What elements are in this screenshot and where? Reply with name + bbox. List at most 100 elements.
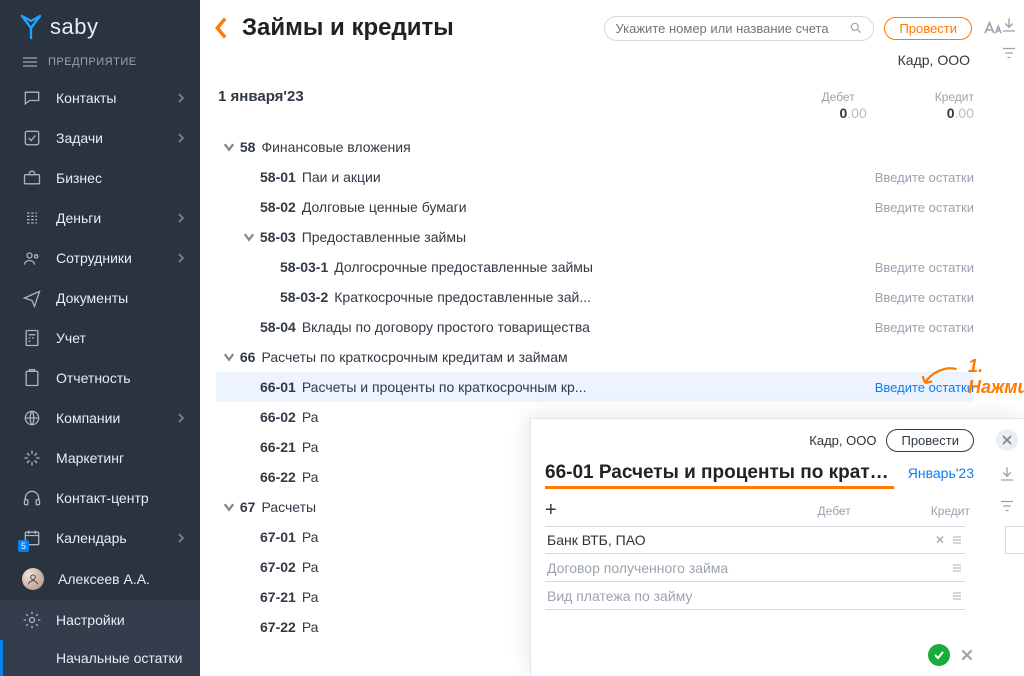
nav-business[interactable]: Бизнес <box>0 158 200 198</box>
process-button[interactable]: Провести <box>884 17 972 40</box>
nav-accounting[interactable]: Учет <box>0 318 200 358</box>
section-head[interactable]: ПРЕДПРИЯТИЕ <box>0 50 200 78</box>
nav-money[interactable]: Деньги <box>0 198 200 238</box>
chevron-down-icon[interactable] <box>222 350 236 364</box>
send-icon <box>22 288 42 308</box>
payment-type-field[interactable] <box>545 582 965 610</box>
nav-contact-center[interactable]: Контакт-центр <box>0 478 200 518</box>
chevron-right-icon <box>176 213 186 223</box>
nav-label: Документы <box>56 290 186 306</box>
panel-process-button[interactable]: Провести <box>886 429 974 452</box>
back-icon[interactable] <box>214 17 230 39</box>
subheader: Кадр, ООО <box>200 50 1024 78</box>
date-label: 1 января'23 <box>218 88 304 105</box>
acc-label: Ра <box>302 439 319 455</box>
main: Займы и кредиты Провести Кадр, ООО 1 янв… <box>200 0 1024 676</box>
nav-label: Сотрудники <box>56 250 162 266</box>
enter-balance-link[interactable]: Введите остатки <box>875 170 974 185</box>
check-square-icon <box>22 128 42 148</box>
search-input-wrap[interactable] <box>604 16 874 41</box>
panel-close-button[interactable] <box>996 429 1018 451</box>
panel-columns-head: + Дебет Кредит <box>545 499 974 522</box>
nav-staff[interactable]: Сотрудники <box>0 238 200 278</box>
drag-icon[interactable] <box>951 590 963 602</box>
tree-row-66[interactable]: 66Расчеты по краткосрочным кредитам и за… <box>216 342 974 372</box>
enter-balance-link[interactable]: Введите остатки <box>875 260 974 275</box>
nav-label: Бизнес <box>56 170 186 186</box>
cancel-button[interactable] <box>960 648 974 662</box>
tree-row-58-03-2[interactable]: 58-03-2Краткосрочные предоставленные зай… <box>216 282 974 312</box>
nav-companies[interactable]: Компании <box>0 398 200 438</box>
acc-label: Ра <box>302 559 319 575</box>
bank-input[interactable] <box>547 532 929 548</box>
drag-icon[interactable] <box>951 562 963 574</box>
download-icon[interactable] <box>998 465 1016 483</box>
company-label[interactable]: Кадр, ООО <box>898 52 970 68</box>
contract-input[interactable] <box>547 560 945 576</box>
avatar <box>22 568 44 590</box>
acc-label: Долгосрочные предоставленные займы <box>334 259 593 275</box>
page-title: Займы и кредиты <box>242 14 454 42</box>
chevron-down-icon[interactable] <box>222 140 236 154</box>
acc-code: 58-03 <box>260 229 296 245</box>
calendar-badge: 5 <box>18 540 29 552</box>
nav-calendar[interactable]: 5 Календарь <box>0 518 200 558</box>
search-icon[interactable] <box>849 21 863 35</box>
chevron-down-icon[interactable] <box>242 230 256 244</box>
date-row: 1 января'23 ДебетКредит 0.000.00 <box>216 82 974 124</box>
debit-head: Дебет <box>822 90 855 104</box>
tree-row-58-03[interactable]: 58-03 Предоставленные займы <box>216 222 974 252</box>
tree-row-58-02[interactable]: 58-02Долговые ценные бумагиВведите остат… <box>216 192 974 222</box>
tree-row-66-01[interactable]: 66-01Расчеты и проценты по краткосрочным… <box>216 372 974 402</box>
chevron-right-icon <box>176 253 186 263</box>
nav-contacts[interactable]: Контакты <box>0 78 200 118</box>
enter-balance-link[interactable]: Введите остатки <box>875 200 974 215</box>
nav-label: Настройки <box>56 612 186 628</box>
acc-code: 58-02 <box>260 199 296 215</box>
add-row-button[interactable]: + <box>545 499 569 522</box>
filter-list-icon[interactable] <box>998 497 1016 515</box>
tree-row-58-01[interactable]: 58-01Паи и акцииВведите остатки <box>216 162 974 192</box>
nav-initial-balances[interactable]: Начальные остатки <box>0 640 200 676</box>
nav-marketing[interactable]: Маркетинг <box>0 438 200 478</box>
chevron-down-icon[interactable] <box>222 500 236 514</box>
nav-label: Маркетинг <box>56 450 186 466</box>
credit-amount-field[interactable]: Кредит <box>1005 526 1024 554</box>
panel-date[interactable]: Январь'23 <box>908 465 974 481</box>
tree-row-58[interactable]: 58Финансовые вложения <box>216 132 974 162</box>
download-icon[interactable] <box>1000 16 1018 34</box>
money-icon <box>22 208 42 228</box>
logo[interactable]: saby <box>0 0 200 50</box>
acc-code: 58-03-1 <box>280 259 328 275</box>
nav-reporting[interactable]: Отчетность <box>0 358 200 398</box>
filter-list-icon[interactable] <box>1000 44 1018 62</box>
nav-user[interactable]: Алексеев А.А. <box>0 558 200 600</box>
enter-balance-link[interactable]: Введите остатки <box>875 320 974 335</box>
drag-icon[interactable] <box>951 534 963 546</box>
panel-side-actions <box>996 429 1018 515</box>
nav-tasks[interactable]: Задачи <box>0 118 200 158</box>
tree-row-58-03-1[interactable]: 58-03-1 Долгосрочные предоставленные займ… <box>216 252 974 282</box>
acc-code: 67-22 <box>260 619 296 635</box>
panel-credit-head: Кредит <box>931 504 970 518</box>
enter-balance-link[interactable]: Введите остатки <box>875 380 974 395</box>
nav-settings[interactable]: Настройки <box>0 600 200 640</box>
acc-label: Предоставленные займы <box>302 229 466 245</box>
acc-label: Ра <box>302 469 319 485</box>
contract-field[interactable] <box>545 554 965 582</box>
clear-icon[interactable]: ✕ <box>935 533 945 547</box>
panel-company[interactable]: Кадр, ООО <box>809 433 876 448</box>
payment-type-input[interactable] <box>547 588 945 604</box>
acc-label: Вклады по договору простого товарищества <box>302 319 590 335</box>
gear-icon <box>22 610 42 630</box>
acc-label: Краткосрочные предоставленные зай... <box>334 289 591 305</box>
bank-field[interactable]: ✕ <box>545 526 965 554</box>
search-input[interactable] <box>615 21 843 36</box>
confirm-button[interactable] <box>928 644 950 666</box>
enter-balance-link[interactable]: Введите остатки <box>875 290 974 305</box>
tree-row-58-04[interactable]: 58-04Вклады по договору простого товарищ… <box>216 312 974 342</box>
nav-documents[interactable]: Документы <box>0 278 200 318</box>
nav-label: Начальные остатки <box>56 650 186 666</box>
panel-debit-head: Дебет <box>818 504 851 518</box>
chevron-right-icon <box>176 93 186 103</box>
